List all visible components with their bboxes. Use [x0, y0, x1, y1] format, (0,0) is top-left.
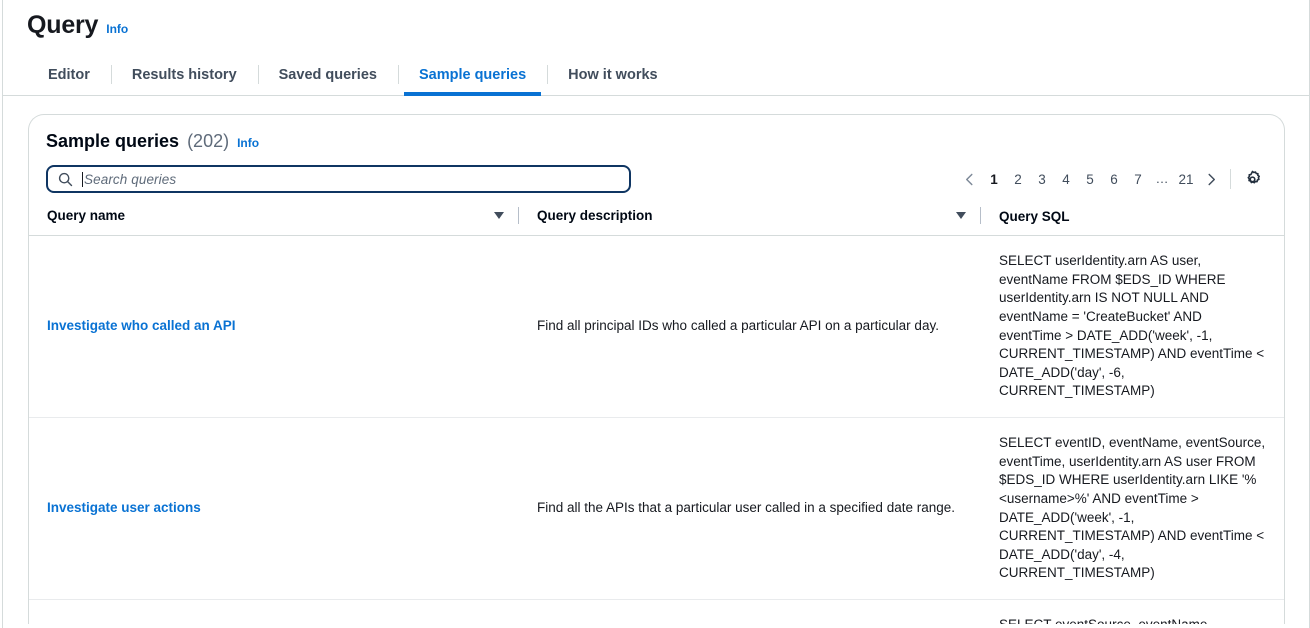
tab-saved-queries[interactable]: Saved queries — [258, 54, 398, 95]
search-icon — [58, 172, 73, 187]
column-header-query-sql[interactable]: Query SQL — [981, 207, 1284, 236]
tab-results-history[interactable]: Results history — [111, 54, 258, 95]
card-header: Sample queries (202) Info Search queries — [29, 115, 1284, 193]
column-header-query-name[interactable]: Query name — [29, 207, 519, 236]
column-resize-handle[interactable] — [518, 207, 519, 224]
pagination-next-icon[interactable] — [1198, 165, 1224, 193]
card-title: Sample queries — [46, 131, 179, 152]
card-title-row: Sample queries (202) Info — [46, 131, 1267, 152]
table-toolbar: Search queries 1 2 3 4 5 6 7 … — [46, 165, 1267, 193]
query-name-link[interactable]: Investigate who called an API — [47, 318, 236, 333]
pagination-ellipsis: … — [1150, 165, 1174, 193]
page-header: Query Info — [3, 0, 1309, 40]
sample-queries-table: Query name Query description — [29, 207, 1284, 624]
tab-editor[interactable]: Editor — [27, 54, 111, 95]
search-input[interactable]: Search queries — [46, 165, 631, 193]
card-count: (202) — [187, 131, 229, 152]
page-info-link[interactable]: Info — [106, 22, 128, 36]
table-cell-query-description: Find all principal IDs who called a part… — [519, 236, 981, 418]
toolbar-divider — [1230, 169, 1231, 189]
table-header-row: Query name Query description — [29, 207, 1284, 236]
pagination-page-last[interactable]: 21 — [1174, 165, 1198, 193]
table-cell-query-sql: SELECT eventSource, eventName, COUNT(*) … — [981, 600, 1284, 625]
search-placeholder: Search queries — [84, 172, 176, 187]
pagination-page-1[interactable]: 1 — [982, 165, 1006, 193]
pagination-page-2[interactable]: 2 — [1006, 165, 1030, 193]
column-label-query-description: Query description — [537, 208, 653, 223]
tab-bar: Editor Results history Saved queries Sam… — [3, 54, 1309, 96]
pagination: 1 2 3 4 5 6 7 … 21 — [956, 165, 1265, 193]
pagination-page-4[interactable]: 4 — [1054, 165, 1078, 193]
tab-sample-queries[interactable]: Sample queries — [398, 54, 547, 95]
sort-caret-icon[interactable] — [956, 212, 966, 219]
tab-how-it-works[interactable]: How it works — [547, 54, 678, 95]
query-name-link[interactable]: Investigate user actions — [47, 500, 201, 515]
column-label-query-name: Query name — [47, 208, 125, 223]
table-row[interactable]: Investigate user actions Find all the AP… — [29, 418, 1284, 600]
pagination-page-3[interactable]: 3 — [1030, 165, 1054, 193]
table-cell-query-sql: SELECT userIdentity.arn AS user, eventNa… — [981, 236, 1284, 418]
table-row[interactable]: Top APIs aggregated by source Find the n… — [29, 600, 1284, 625]
pagination-page-5[interactable]: 5 — [1078, 165, 1102, 193]
table-cell-query-sql: SELECT eventID, eventName, eventSource, … — [981, 418, 1284, 600]
table-cell-query-name: Top APIs aggregated by source — [29, 600, 519, 625]
table-cell-query-name: Investigate who called an API — [29, 236, 519, 418]
page-frame: Query Info Editor Results history Saved … — [2, 0, 1310, 628]
table-cell-query-description: Find all the APIs that a particular user… — [519, 418, 981, 600]
table-cell-query-name: Investigate user actions — [29, 418, 519, 600]
table-row[interactable]: Investigate who called an API Find all p… — [29, 236, 1284, 418]
card-info-link[interactable]: Info — [237, 136, 259, 150]
table-cell-query-description: Find the number of API calls grouped by … — [519, 600, 981, 625]
column-label-query-sql: Query SQL — [999, 209, 1070, 224]
gear-icon[interactable] — [1239, 166, 1265, 192]
pagination-prev-icon[interactable] — [956, 165, 982, 193]
text-cursor — [82, 172, 83, 187]
page-title: Query — [27, 11, 98, 40]
sort-caret-icon[interactable] — [494, 212, 504, 219]
pagination-page-6[interactable]: 6 — [1102, 165, 1126, 193]
column-header-query-description[interactable]: Query description — [519, 207, 981, 236]
pagination-page-7[interactable]: 7 — [1126, 165, 1150, 193]
column-resize-handle[interactable] — [980, 207, 981, 224]
sample-queries-card: Sample queries (202) Info Search queries — [28, 114, 1285, 624]
